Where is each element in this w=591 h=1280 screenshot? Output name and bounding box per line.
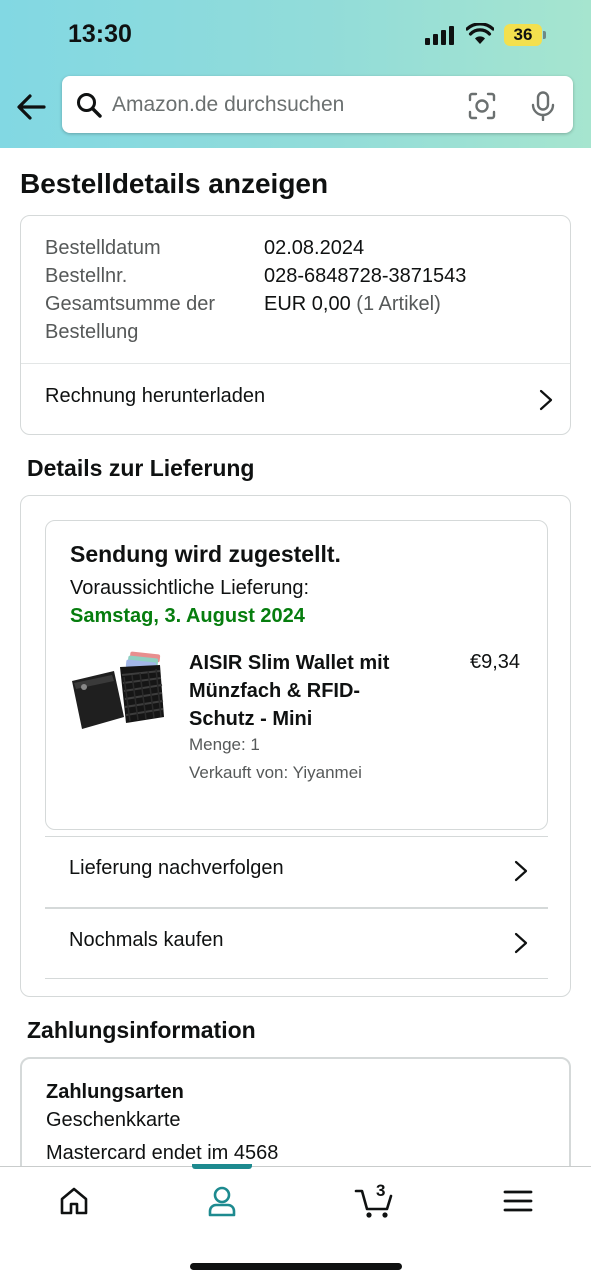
chevron-right-icon [514, 860, 528, 882]
order-total-value: EUR 0,00 (1 Artikel) [264, 290, 441, 318]
product-price: €9,34 [470, 651, 521, 673]
hamburger-menu-icon [503, 1190, 533, 1212]
payment-method-card: Mastercard endet im 4568 [46, 1142, 279, 1164]
buy-again-row[interactable]: Nochmals kaufen [45, 908, 548, 980]
tab-account[interactable] [148, 1167, 296, 1237]
user-icon [208, 1186, 236, 1217]
order-total-label-cont: Bestellung [45, 321, 139, 343]
search-bar[interactable] [62, 76, 573, 133]
delivery-card: Sendung wird zugestellt. Voraussichtlich… [20, 495, 571, 997]
tab-home[interactable] [0, 1167, 148, 1237]
product-quantity: Menge: 1 [189, 735, 260, 754]
search-icon [77, 93, 102, 118]
product-title-line: AISIR Slim Wallet mit [189, 652, 390, 674]
camera-scan-icon[interactable] [468, 92, 496, 120]
product-seller: Verkauft von: Yiyanmei [189, 763, 362, 782]
app-header: 13:30 36 [0, 0, 591, 148]
home-icon [60, 1187, 88, 1215]
tab-menu[interactable] [444, 1167, 591, 1237]
track-package-label: Lieferung nachverfolgen [69, 857, 284, 879]
order-date-label: Bestelldatum [45, 237, 161, 259]
microphone-icon[interactable] [530, 91, 556, 121]
cellular-signal-icon [425, 25, 455, 45]
buy-again-label: Nochmals kaufen [69, 929, 224, 951]
download-invoice-row[interactable]: Rechnung herunterladen [21, 364, 570, 436]
delivery-section-title: Details zur Lieferung [27, 455, 255, 481]
cart-count-badge: 3 [376, 1181, 386, 1200]
battery-indicator: 36 [504, 24, 542, 46]
order-number-value: 028-6848728-3871543 [264, 265, 467, 287]
divider [45, 978, 548, 979]
payment-section-title: Zahlungsinformation [27, 1017, 256, 1043]
product-image[interactable] [70, 647, 166, 737]
order-summary-card: Bestelldatum 02.08.2024 Bestellnr. 028-6… [20, 215, 571, 435]
order-total-amount: EUR 0,00 [264, 293, 351, 315]
order-date-value: 02.08.2024 [264, 237, 365, 259]
order-number-label: Bestellnr. [45, 265, 128, 287]
product-title-line: Schutz - Mini [189, 708, 313, 730]
back-arrow-icon[interactable] [14, 90, 48, 124]
download-invoice-label: Rechnung herunterladen [45, 385, 266, 407]
product-title-line: Münzfach & RFID- [189, 680, 361, 702]
track-package-row[interactable]: Lieferung nachverfolgen [45, 836, 548, 908]
page-title: Bestelldetails anzeigen [20, 168, 329, 199]
payment-methods-label: Zahlungsarten [46, 1081, 184, 1103]
chevron-right-icon [514, 932, 528, 954]
eta-date: Samstag, 3. August 2024 [70, 605, 305, 627]
order-total-label: Gesamtsumme der [45, 293, 216, 315]
search-input[interactable] [112, 88, 452, 122]
status-time: 13:30 [68, 20, 132, 48]
payment-method-gift-card: Geschenkkarte [46, 1109, 181, 1131]
battery-nub [543, 31, 546, 39]
product-title[interactable]: AISIR Slim Wallet mit Münzfach & RFID- S… [189, 649, 429, 733]
eta-label: Voraussichtliche Lieferung: [70, 577, 310, 599]
wifi-icon [466, 23, 494, 44]
bottom-tab-bar: 3 [0, 1164, 591, 1280]
shipment-box: Sendung wird zugestellt. Voraussichtlich… [45, 520, 548, 830]
home-indicator [190, 1263, 402, 1270]
shipment-status: Sendung wird zugestellt. [70, 541, 341, 567]
chevron-right-icon [539, 389, 553, 411]
order-total-items: (1 Artikel) [356, 293, 441, 315]
tab-cart[interactable]: 3 [296, 1167, 444, 1237]
cart-icon [354, 1189, 393, 1218]
